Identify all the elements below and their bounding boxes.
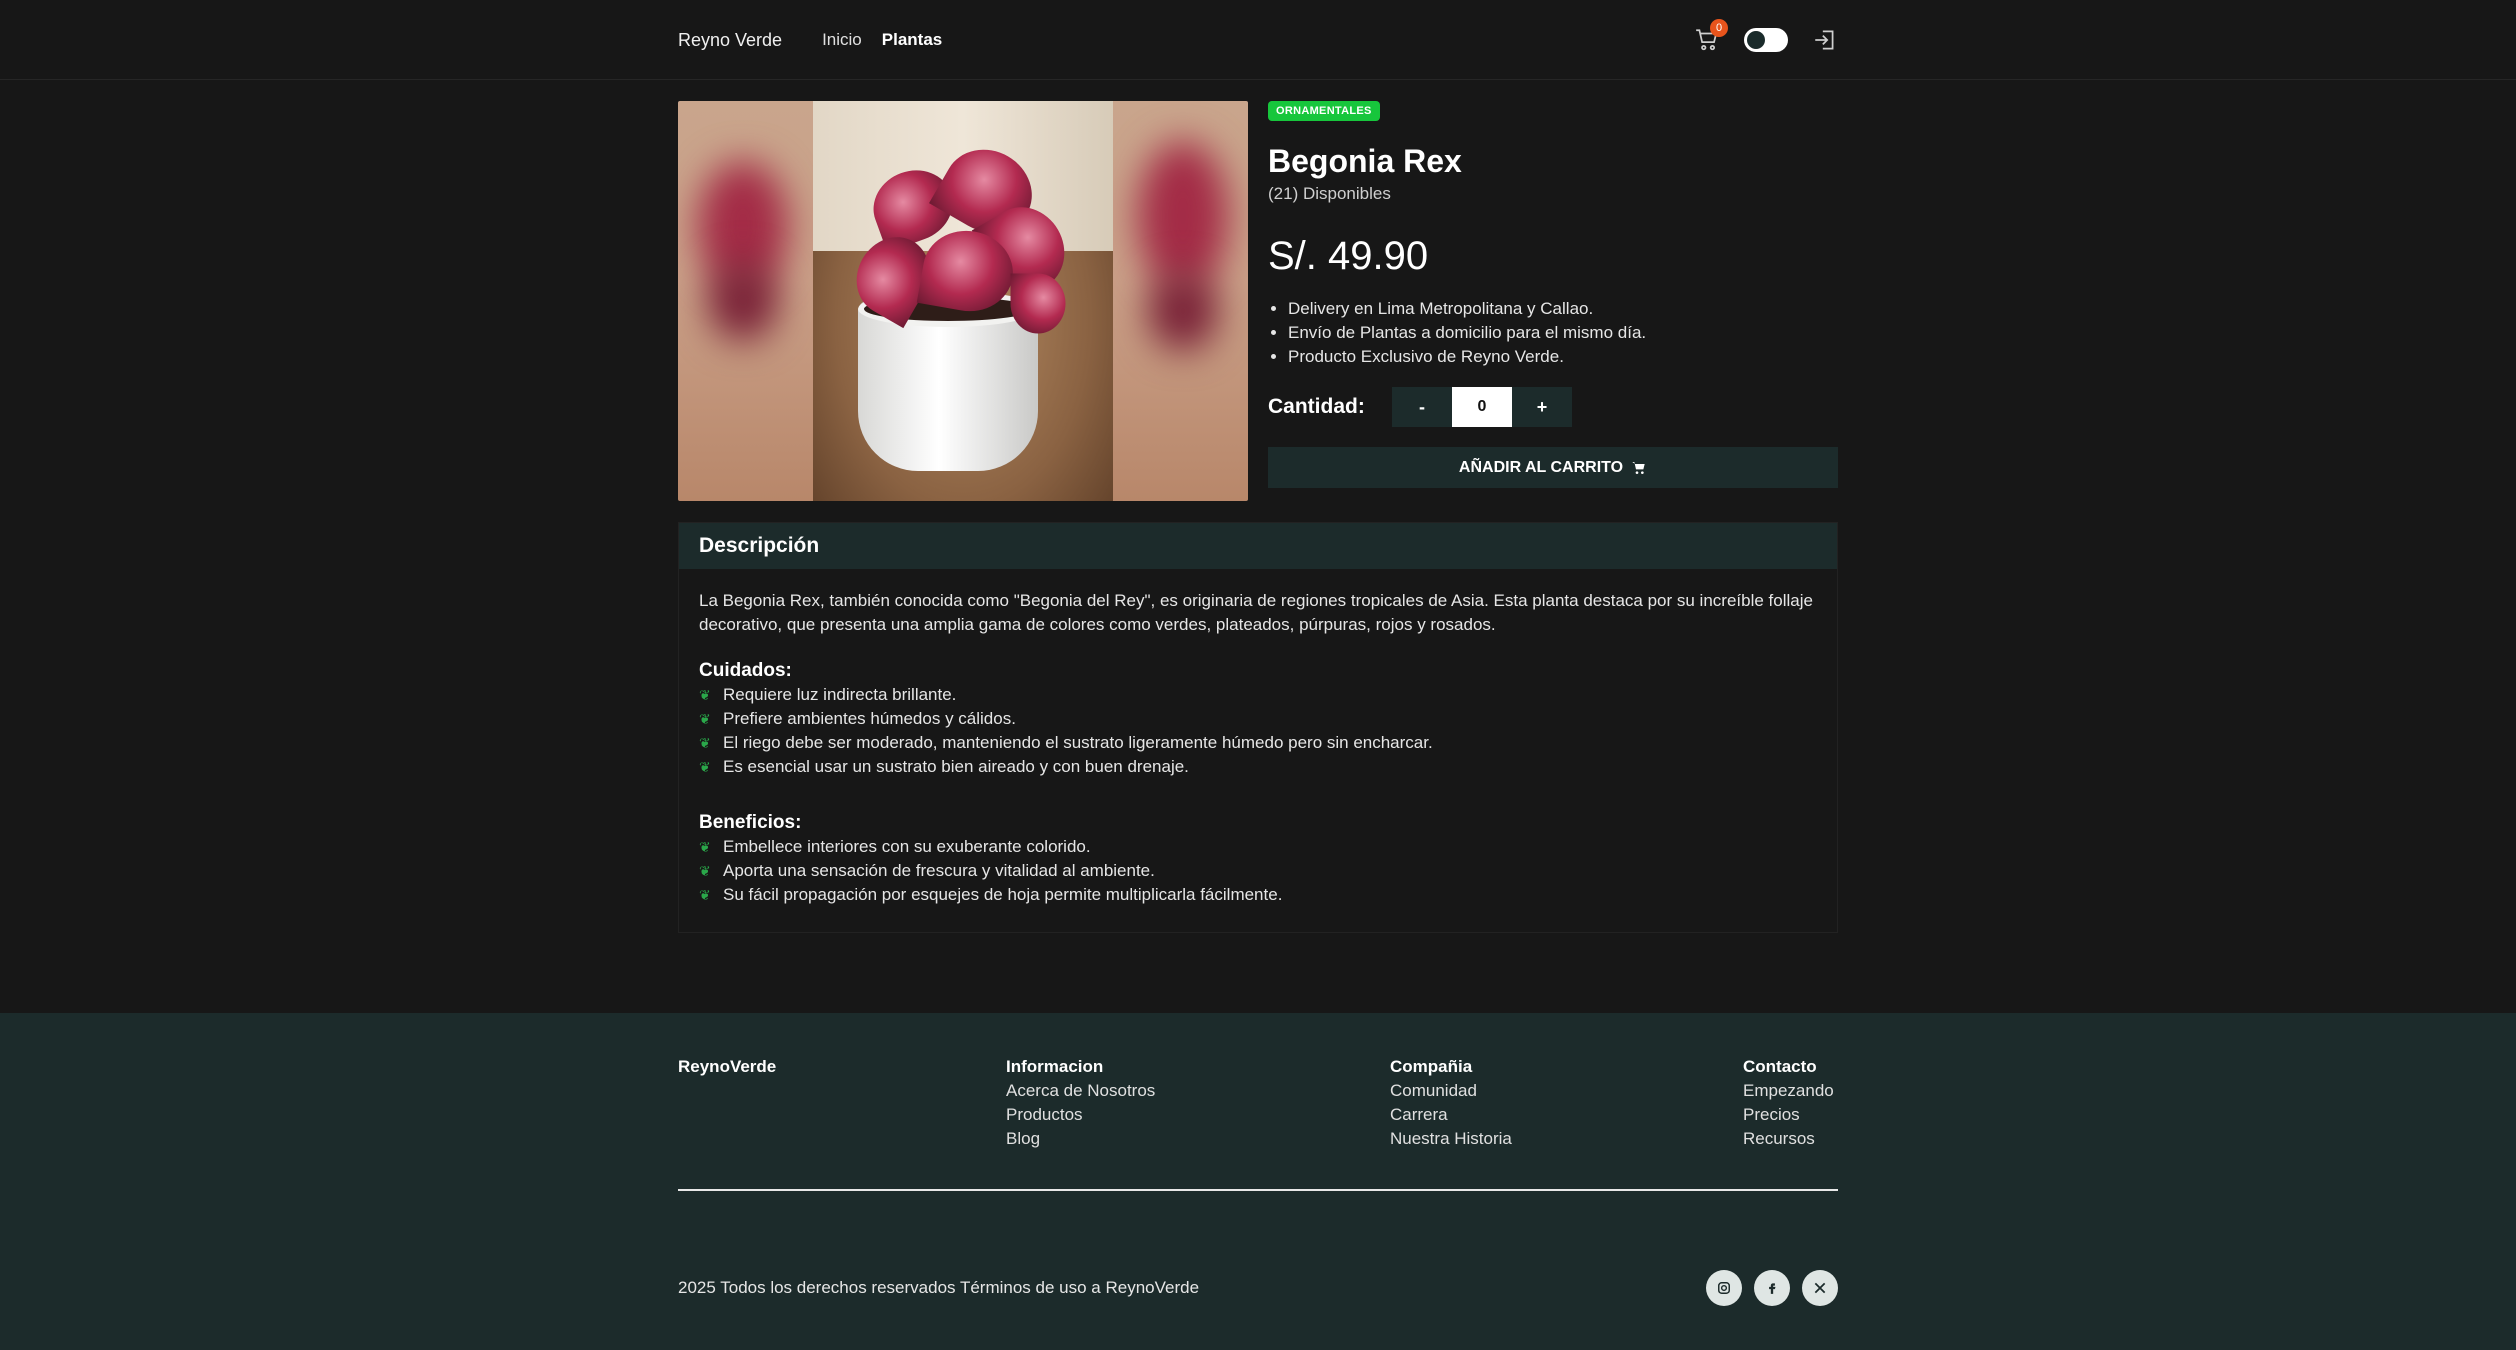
product-section: ORNAMENTALES Begonia Rex (21) Disponible… (678, 101, 1838, 501)
footer-col-contacto: Contacto Empezando Precios Recursos (1743, 1055, 1834, 1151)
product-image (678, 101, 1248, 501)
quantity-label: Cantidad: (1268, 395, 1365, 418)
leaf-icon: ❦ (699, 863, 711, 879)
product-price: S/. 49.90 (1268, 234, 1429, 278)
quantity-input[interactable]: 0 (1452, 387, 1512, 427)
footer-col-compania: Compañia Comunidad Carrera Nuestra Histo… (1390, 1055, 1512, 1151)
nav-link-plantas[interactable]: Plantas (882, 30, 942, 50)
footer: ReynoVerde Informacion Acerca de Nosotro… (0, 1013, 2516, 1350)
cart-count-badge: 0 (1710, 19, 1728, 37)
footer-col-informacion: Informacion Acerca de Nosotros Productos… (1006, 1055, 1155, 1151)
footer-link[interactable]: Acerca de Nosotros (1006, 1079, 1155, 1103)
x-icon[interactable] (1802, 1270, 1838, 1306)
list-item: ❦ Su fácil propagación por esquejes de ho… (699, 883, 1817, 907)
top-navbar: Reyno Verde Inicio Plantas 0 (0, 0, 2516, 80)
footer-brand: ReynoVerde (678, 1057, 777, 1076)
care-title: Cuidados: (699, 660, 792, 681)
add-to-cart-button[interactable]: AÑADIR AL CARRITO (1268, 447, 1838, 488)
instagram-icon[interactable] (1706, 1270, 1742, 1306)
footer-link[interactable]: Blog (1006, 1127, 1155, 1151)
main-nav: Inicio Plantas (822, 30, 942, 50)
leaf-icon: ❦ (699, 887, 711, 903)
footer-link[interactable]: Comunidad (1390, 1079, 1512, 1103)
list-item: ❦ Aporta una sensación de frescura y vita… (699, 859, 1817, 883)
description-heading: Descripción (679, 523, 1837, 569)
brand-logo[interactable]: Reyno Verde (678, 30, 782, 51)
cart-button[interactable]: 0 (1694, 19, 1728, 53)
logout-icon[interactable] (1812, 27, 1838, 53)
quantity-row: Cantidad: - 0 + (1268, 387, 1838, 427)
nav-link-inicio[interactable]: Inicio (822, 30, 862, 50)
description-panel: Descripción La Begonia Rex, también cono… (678, 522, 1838, 933)
list-item: ❦ Embellece interiores con su exuberante … (699, 835, 1817, 859)
theme-toggle[interactable] (1744, 28, 1788, 52)
list-item: ❦ Requiere luz indirecta brillante. (699, 683, 1817, 707)
list-item: ❦ Prefiere ambientes húmedos y cálidos. (699, 707, 1817, 731)
increase-button[interactable]: + (1512, 387, 1572, 427)
leaf-icon: ❦ (699, 839, 711, 855)
social-links (1706, 1270, 1838, 1306)
footer-link[interactable]: Carrera (1390, 1103, 1512, 1127)
footer-link[interactable]: Nuestra Historia (1390, 1127, 1512, 1151)
list-item: ❦ Es esencial usar un sustrato bien airea… (699, 755, 1817, 779)
add-to-cart-label: AÑADIR AL CARRITO (1458, 458, 1624, 476)
bullet-item: Producto Exclusivo de Reyno Verde. (1288, 345, 1838, 369)
care-list: ❦ Requiere luz indirecta brillante. ❦ Pref… (699, 683, 1817, 779)
footer-link[interactable]: Precios (1743, 1103, 1834, 1127)
footer-col-title: Compañia (1390, 1057, 1473, 1076)
footer-link[interactable]: Recursos (1743, 1127, 1834, 1151)
benefits-title: Beneficios: (699, 812, 802, 833)
facebook-icon[interactable] (1754, 1270, 1790, 1306)
copyright-text: 2025 Todos los derechos reservados Térmi… (678, 1278, 1200, 1297)
cart-icon (1632, 461, 1645, 474)
stock-text: (21) Disponibles (1268, 184, 1391, 203)
shipping-bullets: Delivery en Lima Metropolitana y Callao.… (1268, 297, 1838, 369)
product-info: ORNAMENTALES Begonia Rex (21) Disponible… (1268, 101, 1838, 488)
decrease-button[interactable]: - (1392, 387, 1452, 427)
footer-col-title: Contacto (1743, 1057, 1817, 1076)
product-title: Begonia Rex (1268, 143, 1462, 179)
footer-link[interactable]: Productos (1006, 1103, 1155, 1127)
category-badge: ORNAMENTALES (1268, 101, 1380, 121)
footer-col-title: Informacion (1006, 1057, 1104, 1076)
bullet-item: Delivery en Lima Metropolitana y Callao. (1288, 297, 1838, 321)
moon-icon (1747, 31, 1765, 49)
leaf-icon: ❦ (699, 687, 711, 703)
description-intro: La Begonia Rex, también conocida como "B… (699, 591, 1813, 634)
footer-link[interactable]: Empezando (1743, 1079, 1834, 1103)
leaf-icon: ❦ (699, 759, 711, 775)
footer-divider (678, 1189, 1838, 1191)
list-item: ❦ El riego debe ser moderado, manteniendo… (699, 731, 1817, 755)
benefits-list: ❦ Embellece interiores con su exuberante … (699, 835, 1817, 907)
leaf-icon: ❦ (699, 711, 711, 727)
leaf-icon: ❦ (699, 735, 711, 751)
bullet-item: Envío de Plantas a domicilio para el mis… (1288, 321, 1838, 345)
